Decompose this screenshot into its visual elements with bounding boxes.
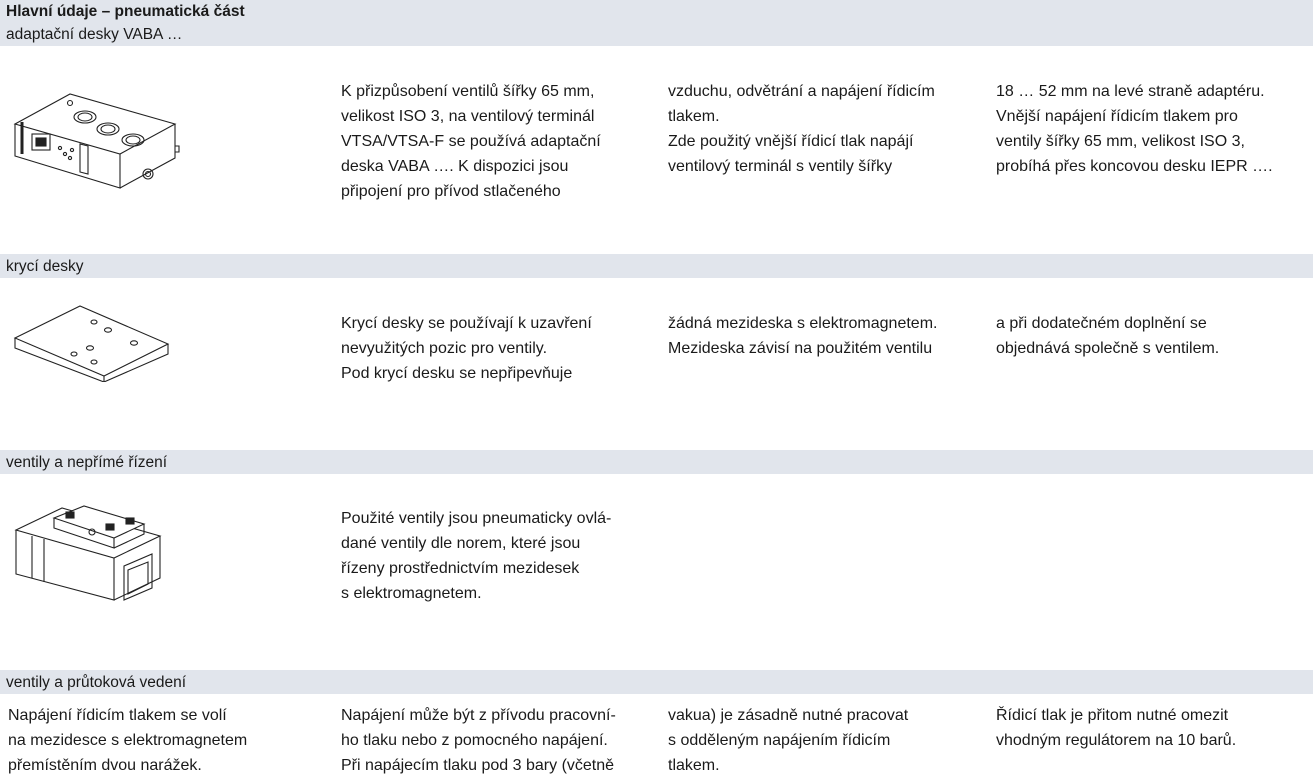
text-line: Pod krycí desku se nepřipevňuje — [341, 365, 573, 382]
text-line: Při napájecím tlaku pod 3 bary (včetně — [341, 757, 615, 774]
text-line: přemístěním dvou narážek. — [8, 757, 202, 774]
text-line: tlakem. — [668, 108, 720, 125]
text-line: deska VABA …. K dispozici jsou — [341, 158, 569, 175]
section-4-column-4: Řídicí tlak je přitom nutné omezit vhodn… — [996, 703, 1296, 753]
text-line: řízeny prostřednictvím mezidesek — [341, 560, 580, 577]
section-2-column-1: Krycí desky se používají k uzavření nevy… — [341, 311, 641, 386]
text-line: Použité ventily jsou pneumaticky ovlá- — [341, 510, 612, 527]
text-line: a při dodatečném doplnění se — [996, 315, 1207, 332]
text-line: K přizpůsobení ventilů šířky 65 mm, — [341, 83, 595, 100]
text-line: vzduchu, odvětrání a napájení řídicím — [668, 83, 935, 100]
adapter-plate-image — [10, 84, 180, 194]
section-1-column-2: vzduchu, odvětrání a napájení řídicím tl… — [668, 79, 968, 179]
text-line: Krycí desky se používají k uzavření — [341, 315, 592, 332]
text-line: Řídicí tlak je přitom nutné omezit — [996, 707, 1229, 724]
text-line: VTSA/VTSA-F se používá adaptační — [341, 133, 601, 150]
text-line: Mezideska závisí na použitém ventilu — [668, 340, 933, 357]
text-line: ventily šířky 65 mm, velikost ISO 3, — [996, 133, 1245, 150]
text-line: Napájení může být z přívodu pracovní- — [341, 707, 616, 724]
section-heading-cover-plates: krycí desky — [0, 254, 1313, 278]
section-2-column-2: žádná mezideska s elektromagnetem. Mezid… — [668, 311, 968, 361]
valve-image — [14, 496, 164, 601]
text-line: objednává společně s ventilem. — [996, 340, 1220, 357]
section-4-column-1: Napájení řídicím tlakem se volí na mezid… — [8, 703, 308, 778]
section-1-column-3: 18 … 52 mm na levé straně adaptéru. Vněj… — [996, 79, 1296, 179]
section-3-column-1: Použité ventily jsou pneumaticky ovlá- d… — [341, 506, 641, 606]
text-line: velikost ISO 3, na ventilový terminál — [341, 108, 595, 125]
text-line: vhodným regulátorem na 10 barů. — [996, 732, 1237, 749]
text-line: s odděleným napájením řídicím — [668, 732, 891, 749]
text-line: probíhá přes koncovou desku IEPR …. — [996, 158, 1273, 175]
section-heading-adapter-plates: adaptační desky VABA … — [0, 22, 1313, 46]
text-line: nevyužitých pozic pro ventily. — [341, 340, 548, 357]
section-4-column-3: vakua) je zásadně nutné pracovat s odděl… — [668, 703, 968, 778]
text-line: žádná mezideska s elektromagnetem. — [668, 315, 938, 332]
section-2-column-3: a při dodatečném doplnění se objednává s… — [996, 311, 1296, 361]
text-line: ventilový terminál s ventily šířky — [668, 158, 893, 175]
text-line: dané ventily dle norem, které jsou — [341, 535, 581, 552]
text-line: Zde použitý vnější řídicí tlak napájí — [668, 133, 914, 150]
section-heading-valves-indirect-control: ventily a nepřímé řízení — [0, 450, 1313, 474]
text-line: Napájení řídicím tlakem se volí — [8, 707, 227, 724]
text-line: 18 … 52 mm na levé straně adaptéru. — [996, 83, 1265, 100]
text-line: ho tlaku nebo z pomocného napájení. — [341, 732, 608, 749]
section-1-column-1: K přizpůsobení ventilů šířky 65 mm, veli… — [341, 79, 641, 204]
text-line: vakua) je zásadně nutné pracovat — [668, 707, 909, 724]
text-line: s elektromagnetem. — [341, 585, 482, 602]
text-line: připojení pro přívod stlačeného — [341, 183, 561, 200]
section-heading-valves-flow-paths: ventily a průtoková vedení — [0, 670, 1313, 694]
text-line: na mezidesce s elektromagnetem — [8, 732, 248, 749]
text-line: Vnější napájení řídicím tlakem pro — [996, 108, 1238, 125]
section-4-column-2: Napájení může být z přívodu pracovní- ho… — [341, 703, 641, 778]
text-line: tlakem. — [668, 757, 720, 774]
page-title: Hlavní údaje – pneumatická část — [0, 0, 1313, 22]
cover-plate-image — [12, 300, 172, 382]
